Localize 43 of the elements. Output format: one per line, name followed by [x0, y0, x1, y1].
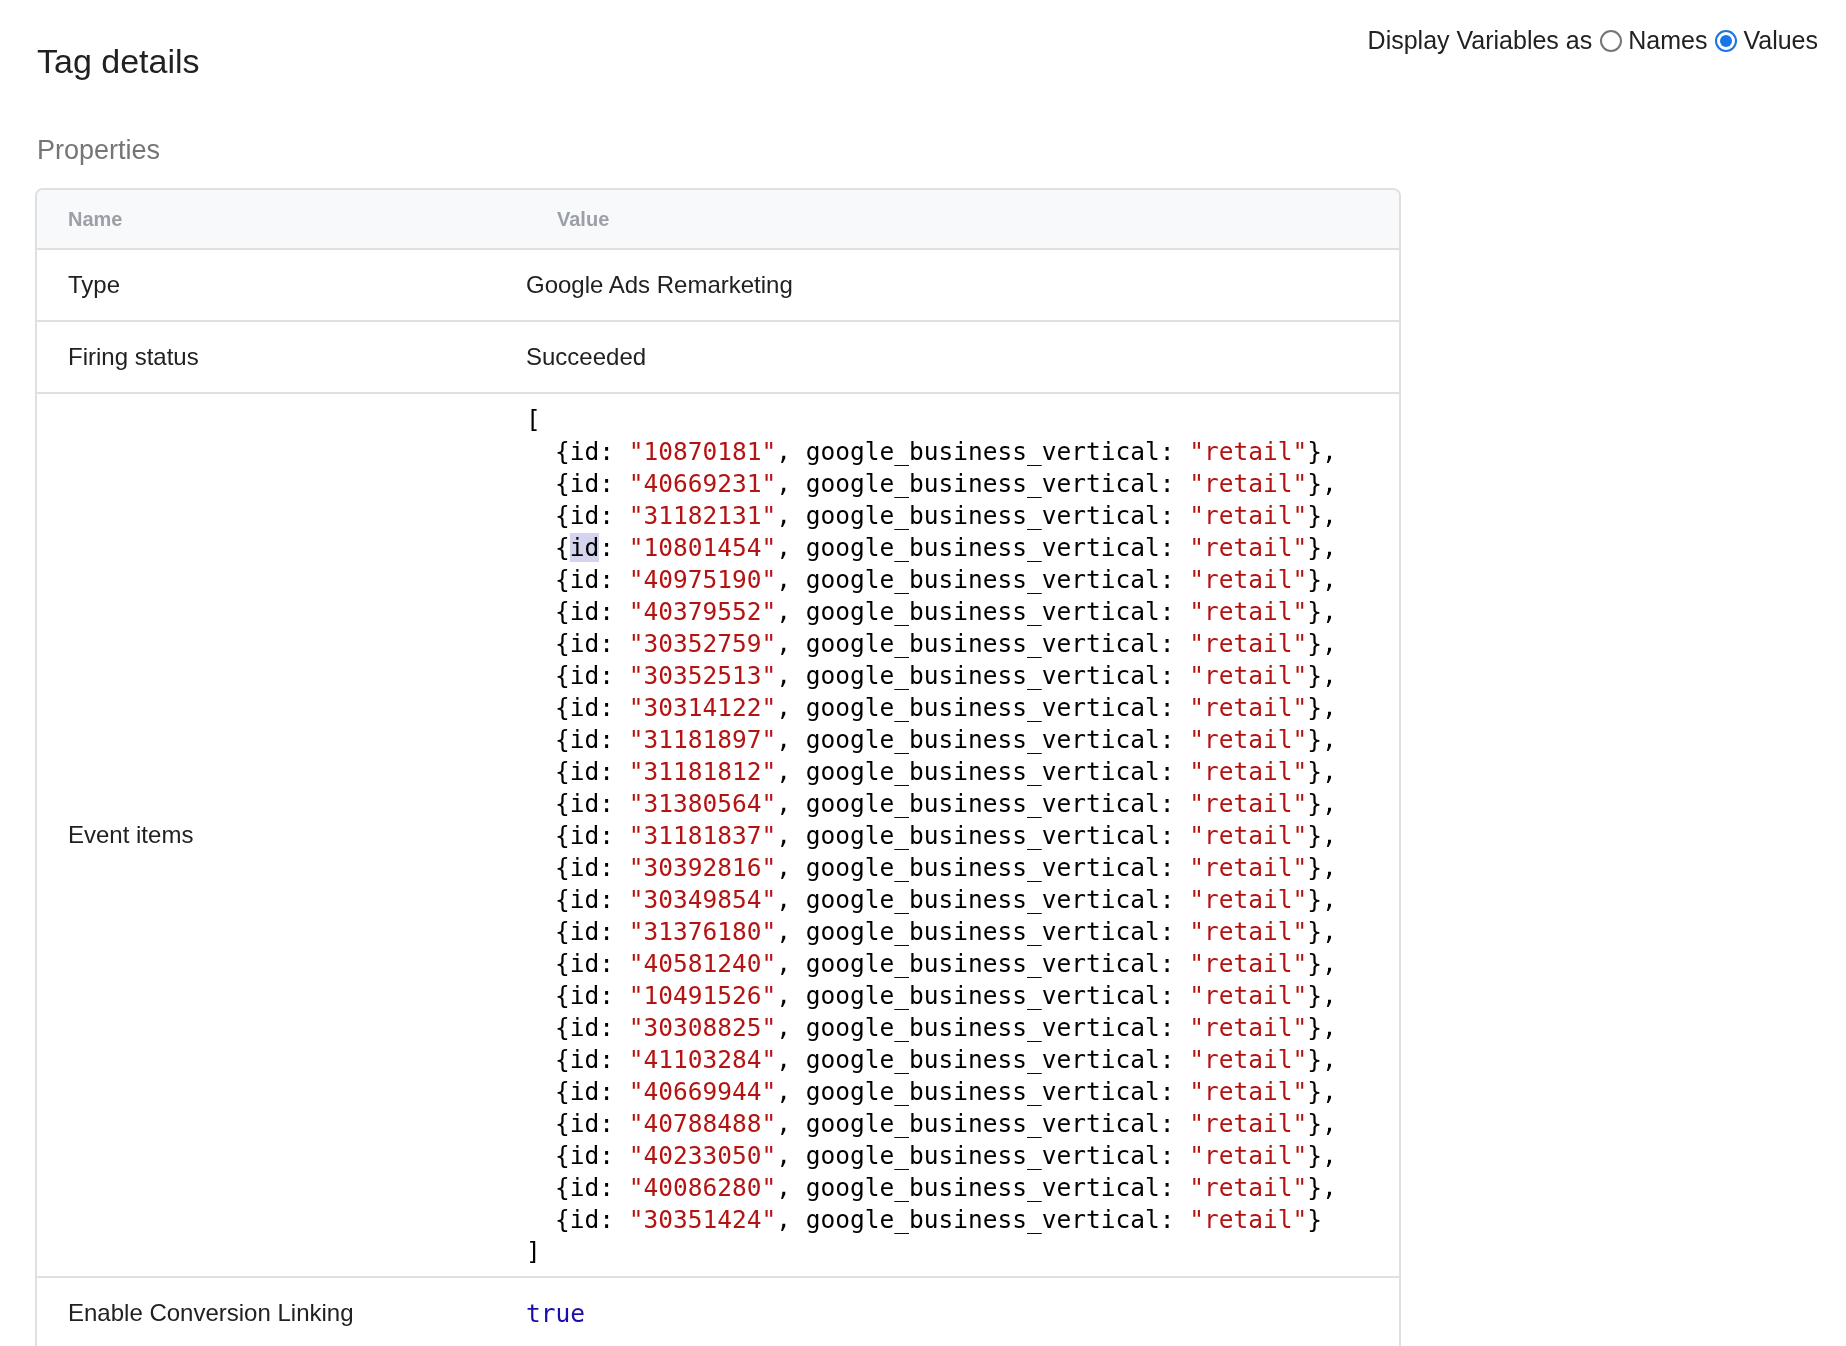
radio-button[interactable] — [1715, 29, 1738, 52]
code-line: {id: "31182131", google_business_vertical: "retail"}, — [554, 500, 1337, 532]
code-line: {id: "30352759", google_business_vertical: "retail"}, — [554, 628, 1337, 660]
code-line: {id: "10870181", google_business_vertical: "retail"}, — [554, 436, 1337, 468]
property-value: Google Ads Remarketing — [526, 271, 794, 299]
code-line: {id: "40233050", google_business_vertical: "retail"}, — [554, 1140, 1337, 1172]
code-line: {id: "30352513", google_business_vertical: "retail"}, — [554, 660, 1337, 692]
property-name: Enable Conversion Linking — [67, 1299, 355, 1327]
code-line: {id: "31376180", google_business_vertical: "retail"}, — [554, 916, 1337, 948]
property-name: Type — [67, 271, 122, 299]
code-line: {id: "40669231", google_business_vertical: "retail"}, — [554, 468, 1337, 500]
code-line: {id: "30351424", google_business_vertical: "retail"} — [554, 1204, 1323, 1236]
code-line: {id: "40975190", google_business_vertical: "retail"}, — [554, 564, 1337, 596]
code-line: {id: "30314122", google_business_vertical: "retail"}, — [554, 692, 1337, 724]
code-line: {id: "40379552", google_business_vertical: "retail"}, — [554, 596, 1337, 628]
display-variables-label: Display Variables as — [1367, 26, 1593, 55]
section-title: Properties — [37, 135, 162, 166]
code-line: {id: "31181812", google_business_vertical: "retail"}, — [554, 756, 1337, 788]
code-line: {id: "40669944", google_business_vertical: "retail"}, — [554, 1076, 1337, 1108]
property-value: Succeeded — [526, 343, 648, 371]
code-line: {id: "31181897", google_business_vertical: "retail"}, — [554, 724, 1337, 756]
code-line: ] — [526, 1236, 541, 1268]
radio-label[interactable]: Names — [1628, 26, 1708, 55]
property-value: true — [526, 1298, 586, 1328]
radio-label[interactable]: Values — [1743, 26, 1818, 55]
code-line: {id: "30349854", google_business_vertical: "retail"}, — [554, 884, 1337, 916]
code-line: {id: "10491526", google_business_vertical: "retail"}, — [554, 980, 1337, 1012]
code-line: {id: "40581240", google_business_vertical: "retail"}, — [554, 948, 1337, 980]
code-line: {id: "31181837", google_business_vertical: "retail"}, — [554, 820, 1337, 852]
code-line: {id: "30392816", google_business_vertical: "retail"}, — [554, 852, 1337, 884]
property-name: Firing status — [67, 343, 200, 371]
code-line: {id: "31380564", google_business_vertical: "retail"}, — [554, 788, 1337, 820]
page-title: Tag details — [37, 42, 200, 81]
code-line: {id: "41103284", google_business_vertical: "retail"}, — [554, 1044, 1337, 1076]
radio-button[interactable] — [1600, 29, 1623, 52]
code-line: [ — [526, 404, 541, 436]
column-header: Value — [556, 207, 611, 231]
code-line: {id: "30308825", google_business_vertical: "retail"}, — [554, 1012, 1337, 1044]
code-line: {id: "10801454", google_business_vertical: "retail"}, — [554, 532, 1337, 564]
property-name: Event items — [67, 821, 195, 849]
code-line: {id: "40788488", google_business_vertical: "retail"}, — [554, 1108, 1337, 1140]
column-header: Name — [67, 207, 124, 231]
code-line: {id: "40086280", google_business_vertical: "retail"}, — [554, 1172, 1337, 1204]
